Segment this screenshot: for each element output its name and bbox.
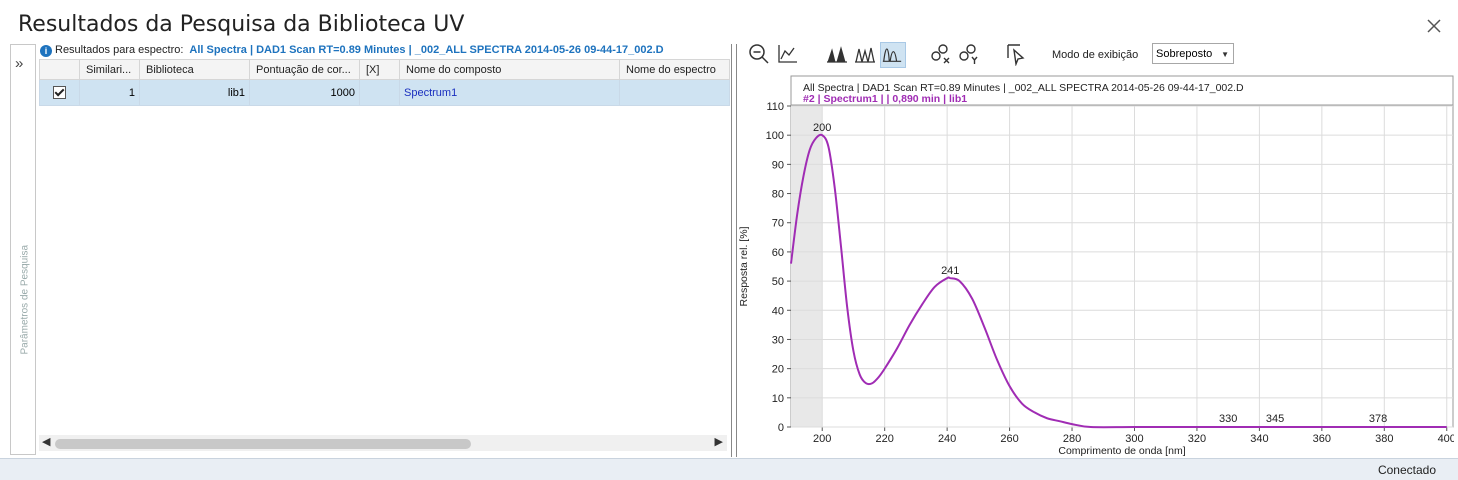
col-header-checkbox[interactable]: [39, 59, 80, 80]
x-tick-label: 260: [1000, 433, 1018, 445]
col-header-compound[interactable]: Nome do composto: [399, 59, 620, 80]
results-table: Similari... Biblioteca Pontuação de cor.…: [39, 59, 730, 106]
y-axis-label: Resposta rel. [%]: [738, 226, 750, 306]
peaks-view-1-icon[interactable]: [825, 42, 849, 66]
x-tick-label: 320: [1188, 433, 1206, 445]
x-tick-label: 300: [1125, 433, 1143, 445]
x-tick-label: 220: [875, 433, 893, 445]
expand-panel-icon[interactable]: »: [15, 55, 23, 72]
horizontal-scrollbar[interactable]: ◀ ▶: [39, 435, 727, 451]
y-tick-label: 50: [772, 276, 784, 288]
table-row[interactable]: 1 lib1 1000 Spectrum1: [39, 79, 730, 106]
col-header-similarity[interactable]: Similari...: [79, 59, 140, 80]
scroll-thumb[interactable]: [55, 439, 471, 449]
close-icon[interactable]: [1424, 16, 1444, 36]
x-axis-label: Comprimento de onda [nm]: [1058, 445, 1185, 457]
zoom-out-icon[interactable]: [747, 42, 771, 66]
col-header-spectrum[interactable]: Nome do espectro: [619, 59, 730, 80]
results-header: i Resultados para espectro: All Spectra | …: [40, 44, 664, 58]
row-checkbox-cell[interactable]: [39, 79, 80, 106]
cell-library: lib1: [139, 79, 250, 106]
y-tick-label: 30: [772, 334, 784, 346]
cell-score: 1000: [249, 79, 360, 106]
y-tick-label: 40: [772, 305, 784, 317]
chart-svg[interactable]: All Spectra | DAD1 Scan RT=0.89 Minutes …: [736, 72, 1456, 458]
row-checkbox[interactable]: [53, 86, 66, 99]
chart-toolbar: Modo de exibição Sobreposto ▼: [745, 42, 1445, 70]
peak-label: 345: [1266, 413, 1284, 425]
results-source: All Spectra | DAD1 Scan RT=0.89 Minutes …: [189, 44, 664, 56]
table-header-row: Similari... Biblioteca Pontuação de cor.…: [39, 59, 730, 80]
display-mode-select[interactable]: Sobreposto ▼: [1152, 43, 1234, 64]
y-tick-label: 110: [766, 101, 784, 113]
scroll-right-icon[interactable]: ▶: [715, 435, 723, 448]
y-tick-label: 70: [772, 218, 784, 230]
cell-x: [359, 79, 400, 106]
col-header-score[interactable]: Pontuação de cor...: [249, 59, 360, 80]
peak-label: 378: [1369, 413, 1387, 425]
peaks-view-2-icon[interactable]: [853, 42, 877, 66]
cell-spectrum: [619, 79, 730, 106]
peak-label: 200: [813, 122, 831, 134]
y-tick-label: 100: [766, 130, 784, 142]
x-tick-label: 200: [813, 433, 831, 445]
title-bar: Resultados da Pesquisa da Biblioteca UV: [0, 0, 1458, 42]
unlink-y-icon[interactable]: [956, 42, 980, 66]
shaded-region: [791, 106, 823, 427]
x-tick-label: 240: [938, 433, 956, 445]
y-tick-label: 60: [772, 247, 784, 259]
display-mode-value: Sobreposto: [1156, 48, 1213, 60]
col-header-x[interactable]: [X]: [359, 59, 400, 80]
connection-status: Conectado: [1377, 463, 1436, 477]
window-title: Resultados da Pesquisa da Biblioteca UV: [18, 12, 465, 37]
search-parameters-label[interactable]: Parâmetros de Pesquisa: [20, 245, 31, 355]
autoscale-icon[interactable]: [775, 42, 799, 66]
display-mode-label: Modo de exibição: [1052, 49, 1139, 61]
y-tick-label: 0: [778, 422, 784, 434]
results-panel: i Resultados para espectro: All Spectra | …: [38, 44, 730, 453]
cell-compound[interactable]: Spectrum1: [399, 79, 620, 106]
col-header-library[interactable]: Biblioteca: [139, 59, 250, 80]
plot-background: [790, 105, 1454, 428]
plot-area[interactable]: 200 220 240 260 280 300 320 340 360 380 400 0 10 20 30…: [766, 101, 1456, 445]
x-tick-label: 360: [1313, 433, 1331, 445]
x-tick-label: 400: [1438, 433, 1454, 445]
info-icon: i: [40, 45, 52, 57]
peak-label: 330: [1219, 413, 1237, 425]
spectrum-chart[interactable]: All Spectra | DAD1 Scan RT=0.89 Minutes …: [736, 72, 1456, 458]
spectrum-select-icon[interactable]: [1004, 42, 1028, 67]
y-tick-label: 90: [772, 159, 784, 171]
peaks-overlay-icon[interactable]: [880, 42, 906, 68]
chart-header-line2: #2 | Spectrum1 | | 0,890 min | lib1: [803, 93, 967, 105]
scroll-left-icon[interactable]: ◀: [42, 435, 50, 448]
y-tick-label: 20: [772, 364, 784, 376]
peak-label: 241: [941, 265, 959, 277]
y-tick-label: 80: [772, 189, 784, 201]
status-bar: Conectado: [0, 458, 1458, 480]
x-tick-label: 280: [1063, 433, 1081, 445]
search-parameters-panel: » Parâmetros de Pesquisa: [10, 44, 36, 455]
unlink-x-icon[interactable]: [928, 42, 952, 66]
chevron-down-icon: ▼: [1221, 50, 1229, 59]
x-tick-label: 380: [1375, 433, 1393, 445]
y-tick-label: 10: [772, 393, 784, 405]
cell-similarity: 1: [79, 79, 140, 106]
x-tick-label: 340: [1250, 433, 1268, 445]
results-header-label: Resultados para espectro:: [55, 44, 184, 56]
